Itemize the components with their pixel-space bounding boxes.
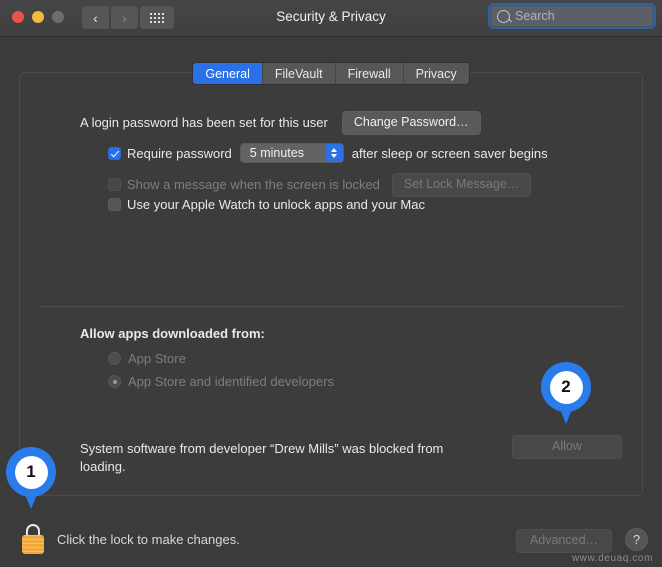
tab-privacy[interactable]: Privacy [403,63,469,84]
search-icon [497,9,510,23]
apple-watch-checkbox[interactable] [108,198,121,211]
app-store-radio [108,352,121,365]
allow-button: Allow [512,435,622,459]
show-lock-message-checkbox [108,178,121,192]
advanced-button: Advanced… [516,529,612,553]
callout-pin-2-number: 2 [549,370,583,404]
general-panel: A login password has been set for this u… [19,72,643,496]
apple-watch-label: Use your Apple Watch to unlock apps and … [127,197,425,212]
search-input[interactable] [515,9,647,23]
require-password-delay-value: 5 minutes [249,146,304,160]
tab-firewall[interactable]: Firewall [335,63,404,84]
title-bar: ‹ › Security & Privacy [0,0,662,37]
allow-button-wrap: Allow [512,435,622,459]
change-password-button[interactable]: Change Password… [341,111,481,135]
require-password-delay-select[interactable]: 5 minutes [239,143,344,163]
security-privacy-window: ‹ › Security & Privacy General FileVault… [0,0,662,567]
search-field[interactable] [490,5,654,27]
tab-general[interactable]: General [193,63,263,84]
require-password-checkbox[interactable] [108,146,121,160]
blocked-software-message: System software from developer “Drew Mil… [80,441,444,474]
login-password-row: A login password has been set for this u… [80,111,481,135]
app-store-identified-radio [108,375,121,388]
apple-watch-row: Use your Apple Watch to unlock apps and … [108,197,425,212]
app-store-identified-label: App Store and identified developers [128,374,334,389]
login-password-label: A login password has been set for this u… [80,115,328,131]
callout-pin-1: 1 [6,447,56,509]
radio-app-store-identified-row: App Store and identified developers [108,374,334,389]
require-password-suffix: after sleep or screen saver begins [351,145,548,161]
help-button[interactable]: ? [625,528,648,551]
allow-apps-heading: Allow apps downloaded from: [80,326,265,341]
show-lock-message-label: Show a message when the screen is locked [127,177,380,193]
require-password-row: Require password 5 minutes after sleep o… [108,143,548,163]
allow-apps-heading-row: Allow apps downloaded from: [80,326,265,341]
show-lock-message-row: Show a message when the screen is locked… [108,173,532,197]
app-store-label: App Store [128,351,186,366]
section-divider [39,306,623,307]
callout-pin-2: 2 [541,362,591,424]
watermark: www.deuaq.com [571,553,653,564]
set-lock-message-button: Set Lock Message… [391,173,532,197]
lock-icon[interactable] [22,524,44,554]
radio-app-store-row: App Store [108,351,186,366]
stepper-arrows-icon[interactable] [325,144,343,162]
callout-pin-1-number: 1 [14,455,48,489]
tab-bar: General FileVault Firewall Privacy [0,62,662,85]
require-password-label: Require password [127,145,232,161]
lock-hint-text: Click the lock to make changes. [57,532,240,547]
advanced-button-wrap: Advanced… [516,529,612,553]
tab-filevault[interactable]: FileVault [262,63,336,84]
